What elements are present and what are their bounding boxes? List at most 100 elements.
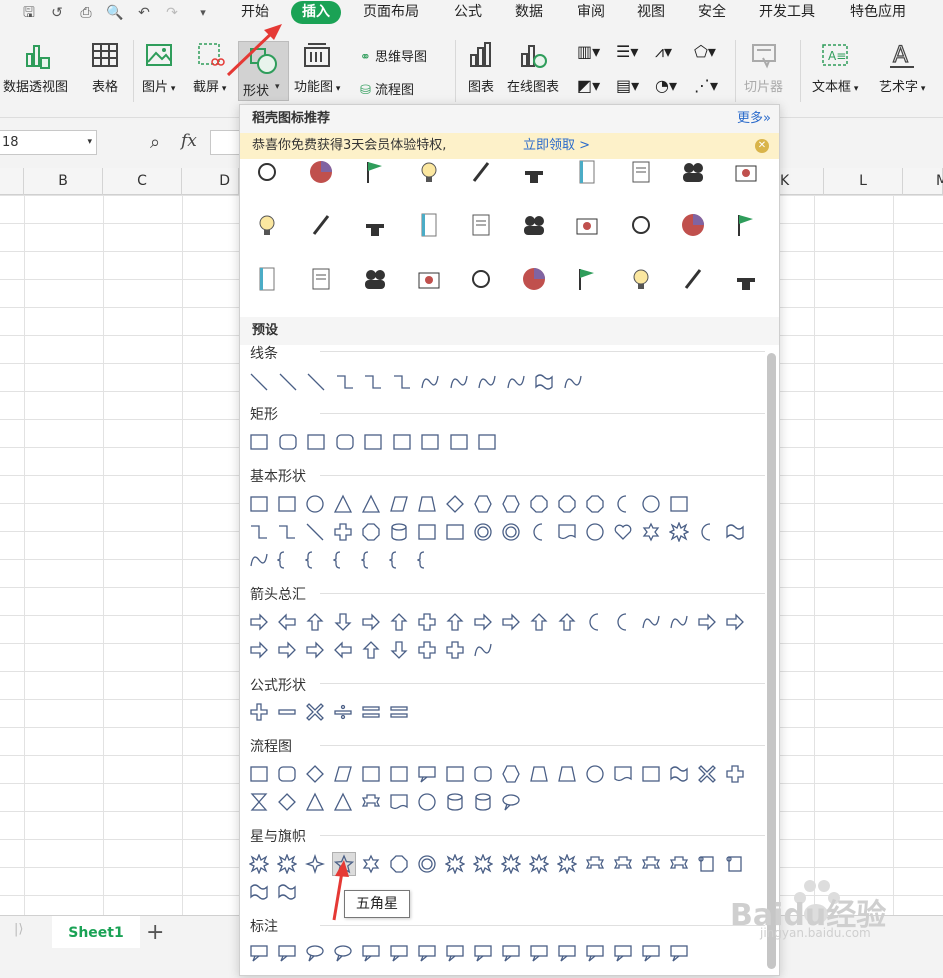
- save-icon[interactable]: 🖫: [20, 4, 38, 22]
- hex-shape-icon[interactable]: [501, 494, 521, 514]
- burst-shape-icon[interactable]: [669, 522, 689, 542]
- rect-shape-icon[interactable]: [389, 764, 409, 784]
- circle-shape-icon[interactable]: [585, 522, 605, 542]
- scroll-shape-icon[interactable]: [725, 854, 745, 874]
- oct-shape-icon[interactable]: [557, 494, 577, 514]
- callout-shape-icon[interactable]: [669, 943, 689, 963]
- wave-shape-icon[interactable]: [725, 522, 745, 542]
- rect-shape-icon[interactable]: [277, 494, 297, 514]
- arrowU-shape-icon[interactable]: [529, 612, 549, 632]
- column-header[interactable]: D: [182, 168, 239, 195]
- tab-view[interactable]: 视图: [637, 0, 665, 26]
- seal-shape-icon[interactable]: [473, 522, 493, 542]
- wave-shape-icon[interactable]: [534, 372, 554, 392]
- recommended-icon[interactable]: [416, 159, 442, 185]
- column-header[interactable]: B: [24, 168, 103, 195]
- conn-shape-icon[interactable]: [392, 372, 412, 392]
- equal-shape-icon[interactable]: [389, 702, 409, 722]
- minus-shape-icon[interactable]: [277, 702, 297, 722]
- burst-shape-icon[interactable]: [277, 854, 297, 874]
- moon-shape-icon[interactable]: [613, 612, 633, 632]
- rect-shape-icon[interactable]: [420, 432, 440, 452]
- ribbon-shape-icon[interactable]: [585, 854, 605, 874]
- doc-shape-icon[interactable]: [613, 764, 633, 784]
- tab-insert[interactable]: 插入: [291, 1, 341, 24]
- recommended-icon[interactable]: [416, 266, 442, 292]
- more-link[interactable]: 更多»: [737, 105, 771, 133]
- online-chart-button[interactable]: 在线图表: [507, 40, 559, 95]
- tab-developer[interactable]: 开发工具: [759, 0, 815, 26]
- arrowR-shape-icon[interactable]: [277, 640, 297, 660]
- rect-shape-icon[interactable]: [363, 432, 383, 452]
- recommended-icon[interactable]: [468, 159, 494, 185]
- doc-shape-icon[interactable]: [389, 792, 409, 812]
- rect-shape-icon[interactable]: [306, 432, 326, 452]
- formula-input[interactable]: [210, 130, 240, 155]
- burst-shape-icon[interactable]: [529, 854, 549, 874]
- seal-shape-icon[interactable]: [501, 522, 521, 542]
- rect-shape-icon[interactable]: [417, 522, 437, 542]
- curve-shape-icon[interactable]: [669, 612, 689, 632]
- recommended-icon[interactable]: [574, 212, 600, 238]
- divide-shape-icon[interactable]: [333, 702, 353, 722]
- plus-shape-icon[interactable]: [249, 702, 269, 722]
- ribbon-shape-icon[interactable]: [361, 792, 381, 812]
- circle-shape-icon[interactable]: [417, 792, 437, 812]
- recommended-icon[interactable]: [733, 212, 759, 238]
- recommended-icon[interactable]: [254, 212, 280, 238]
- recommended-icon[interactable]: [416, 212, 442, 238]
- radar-chart-icon[interactable]: ⬠▾: [694, 42, 716, 61]
- recommended-icon[interactable]: [521, 212, 547, 238]
- line-shape-icon[interactable]: [306, 372, 326, 392]
- recommended-icon[interactable]: [628, 159, 654, 185]
- rrect-shape-icon[interactable]: [278, 432, 298, 452]
- rrect-shape-icon[interactable]: [473, 764, 493, 784]
- callout-shape-icon[interactable]: [641, 943, 661, 963]
- oct-shape-icon[interactable]: [585, 494, 605, 514]
- stock-chart-icon[interactable]: ▤▾: [616, 76, 639, 95]
- arrowU-shape-icon[interactable]: [305, 612, 325, 632]
- para-shape-icon[interactable]: [389, 494, 409, 514]
- textbox-button[interactable]: A≡ 文本框 ▾: [812, 40, 858, 95]
- bracket-shape-icon[interactable]: [361, 550, 381, 570]
- circle-shape-icon[interactable]: [305, 494, 325, 514]
- undo-icon[interactable]: ↶: [135, 4, 153, 22]
- trap-shape-icon[interactable]: [557, 764, 577, 784]
- hex-shape-icon[interactable]: [473, 494, 493, 514]
- bracket-shape-icon[interactable]: [305, 550, 325, 570]
- callout-shape-icon[interactable]: [557, 943, 577, 963]
- arrowR-shape-icon[interactable]: [501, 612, 521, 632]
- para-shape-icon[interactable]: [333, 764, 353, 784]
- ocallout-shape-icon[interactable]: [501, 792, 521, 812]
- moon-shape-icon[interactable]: [529, 522, 549, 542]
- curve-shape-icon[interactable]: [249, 550, 269, 570]
- recommended-icon[interactable]: [254, 159, 280, 185]
- can-shape-icon[interactable]: [473, 792, 493, 812]
- moon-shape-icon[interactable]: [613, 494, 633, 514]
- tab-special-apps[interactable]: 特色应用: [850, 0, 906, 26]
- recommended-icon[interactable]: [468, 212, 494, 238]
- chart-button[interactable]: 图表: [466, 40, 496, 95]
- mindmap-button[interactable]: ⚭ 思维导图: [360, 46, 427, 65]
- sheet-tab[interactable]: Sheet1: [52, 916, 140, 948]
- name-box[interactable]: 18 ▾: [0, 130, 97, 155]
- curve-shape-icon[interactable]: [641, 612, 661, 632]
- callout-shape-icon[interactable]: [417, 764, 437, 784]
- line-shape-icon[interactable]: [249, 372, 269, 392]
- burst-shape-icon[interactable]: [473, 854, 493, 874]
- callout-shape-icon[interactable]: [361, 943, 381, 963]
- rect-shape-icon[interactable]: [392, 432, 412, 452]
- arrowR-shape-icon[interactable]: [725, 612, 745, 632]
- cross-shape-icon[interactable]: [725, 764, 745, 784]
- rect-shape-icon[interactable]: [445, 764, 465, 784]
- can-shape-icon[interactable]: [445, 792, 465, 812]
- rect-shape-icon[interactable]: [641, 764, 661, 784]
- moon-shape-icon[interactable]: [585, 612, 605, 632]
- column-chart-icon[interactable]: ☰▾: [616, 42, 638, 61]
- arrowL-shape-icon[interactable]: [333, 640, 353, 660]
- fx-icon[interactable]: fx: [181, 131, 197, 151]
- callout-shape-icon[interactable]: [389, 943, 409, 963]
- line-shape-icon[interactable]: [278, 372, 298, 392]
- recommended-icon[interactable]: [574, 159, 600, 185]
- circle-shape-icon[interactable]: [641, 494, 661, 514]
